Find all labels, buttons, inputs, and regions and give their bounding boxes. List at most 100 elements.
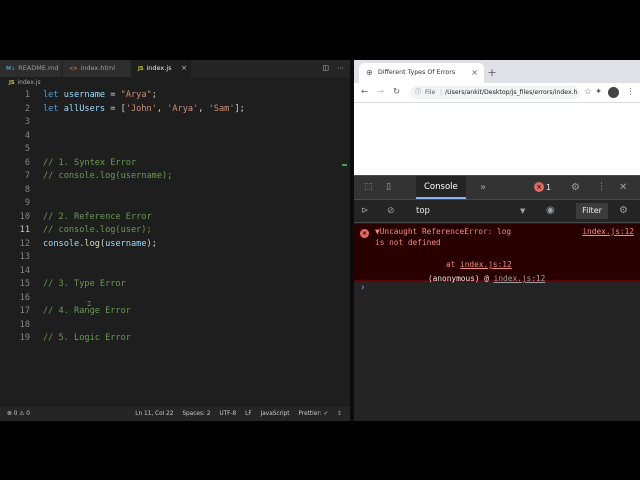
url-text[interactable]: /Users/ankit/Desktop/js_files/errors/ind… bbox=[445, 86, 577, 99]
encoding[interactable]: UTF-8 bbox=[219, 411, 236, 417]
code-line[interactable]: 8 bbox=[0, 184, 350, 198]
console-toolbar: ⊳ ⊘ top ▼ ◉ Filter ⚙ bbox=[354, 200, 640, 223]
code-line[interactable]: 5 bbox=[0, 143, 350, 157]
avatar[interactable] bbox=[608, 87, 619, 98]
code-line[interactable]: 2 let allUsers = ['John', 'Arya', 'Sam']; bbox=[0, 103, 350, 117]
more-tabs-icon[interactable]: » bbox=[480, 176, 486, 199]
scrollbar-marker bbox=[342, 164, 347, 166]
clear-console-icon[interactable]: ⊘ bbox=[387, 200, 395, 223]
code-line[interactable]: 9 bbox=[0, 197, 350, 211]
error-source-link[interactable]: index.js:12 bbox=[582, 226, 634, 237]
sidebar-toggle-icon[interactable]: ⊳ bbox=[361, 200, 369, 223]
code-line[interactable]: 1 let username = "Arya"; bbox=[0, 89, 350, 103]
error-count[interactable]: 1 bbox=[546, 176, 551, 199]
line-number: 18 bbox=[19, 319, 30, 330]
gear-icon[interactable]: ⚙ bbox=[571, 176, 580, 199]
code-text[interactable]: // console.log(username); bbox=[43, 170, 172, 184]
extensions-puzzle-icon[interactable]: ✦ bbox=[595, 83, 602, 102]
close-devtools-icon[interactable]: ✕ bbox=[619, 176, 627, 199]
inspect-element-icon[interactable]: ⬚ bbox=[364, 176, 373, 199]
code-token: log bbox=[84, 238, 100, 249]
chevron-down-icon[interactable]: ▼ bbox=[520, 200, 525, 222]
end-of-line[interactable]: LF bbox=[245, 411, 252, 417]
code-token: 'Arya' bbox=[167, 103, 199, 114]
line-number: 4 bbox=[24, 130, 30, 141]
tab-index-js[interactable]: JS index.js × bbox=[132, 60, 192, 77]
code-line[interactable]: 15 // 3. Type Error bbox=[0, 278, 350, 292]
more-actions-icon[interactable]: ⋯ bbox=[337, 64, 344, 72]
bookmark-star-icon[interactable]: ☆ bbox=[584, 83, 592, 102]
code-line[interactable]: 11 // console.log(user); bbox=[0, 224, 350, 238]
prettier-status[interactable]: Prettier: ✓ bbox=[298, 411, 328, 417]
new-tab-button[interactable]: + bbox=[484, 63, 500, 83]
code-line[interactable]: 18 bbox=[0, 319, 350, 333]
tab-label: index.html bbox=[80, 64, 116, 72]
feedback-icon[interactable]: ⇪ bbox=[337, 411, 342, 417]
code-text[interactable]: // 5. Logic Error bbox=[43, 332, 131, 346]
code-line[interactable]: 3 bbox=[0, 116, 350, 130]
code-line[interactable]: 4 bbox=[0, 130, 350, 144]
back-icon[interactable]: ← bbox=[361, 83, 368, 102]
code-line[interactable]: 7 // console.log(username); bbox=[0, 170, 350, 184]
code-line[interactable]: 12 console.log(username); bbox=[0, 238, 350, 252]
close-icon[interactable]: × bbox=[471, 63, 478, 83]
code-line[interactable]: 6 // 1. Syntex Error bbox=[0, 157, 350, 171]
js-file-icon: JS bbox=[138, 66, 144, 72]
gear-icon[interactable]: ⚙ bbox=[619, 200, 628, 223]
code-text[interactable]: let username = "Arya"; bbox=[43, 89, 157, 103]
devtools-panel: ⬚ ▯ Console » × 1 ⚙ ⋮ ✕ ⊳ ⊘ top ▼ ◉ Filt… bbox=[354, 175, 640, 421]
code-line[interactable]: 16 bbox=[0, 292, 350, 306]
split-editor-icon[interactable]: ◫ bbox=[322, 64, 329, 72]
line-number: 11 bbox=[19, 225, 30, 235]
info-icon[interactable]: ⓘ bbox=[415, 86, 421, 99]
problems-indicator[interactable]: ⊗ 0 ⚠ 0 bbox=[7, 407, 30, 421]
error-title[interactable]: ▼Uncaught ReferenceError: log bbox=[375, 226, 511, 237]
device-toolbar-icon[interactable]: ▯ bbox=[386, 176, 391, 199]
tab-label: index.js bbox=[146, 64, 172, 72]
code-text[interactable]: let allUsers = ['John', 'Arya', 'Sam']; bbox=[43, 103, 245, 117]
code-line[interactable]: 17// 4. Range Error bbox=[0, 305, 350, 319]
anonymous-frame-link[interactable]: index.js:12 bbox=[494, 274, 546, 283]
devtools-tab-bar: ⬚ ▯ Console » × 1 ⚙ ⋮ ✕ bbox=[354, 176, 640, 200]
page-viewport bbox=[354, 103, 640, 175]
tab-readme[interactable]: M↓ README.md bbox=[0, 60, 62, 77]
code-token: let bbox=[43, 90, 64, 100]
code-text[interactable]: // 1. Syntex Error bbox=[43, 157, 136, 171]
code-token: allUsers bbox=[63, 103, 106, 114]
line-number: 19 bbox=[19, 333, 30, 343]
code-token: , bbox=[156, 103, 168, 114]
close-icon[interactable]: × bbox=[181, 60, 187, 77]
breadcrumb-label[interactable]: index.js bbox=[17, 79, 40, 86]
console-error-message[interactable]: × ▼Uncaught ReferenceError: log index.js… bbox=[354, 223, 640, 283]
menu-dots-icon[interactable]: ⋮ bbox=[597, 176, 606, 199]
language-mode[interactable]: JavaScript bbox=[261, 411, 290, 417]
line-number: 7 bbox=[24, 171, 30, 181]
code-line[interactable]: 13 bbox=[0, 251, 350, 265]
code-text[interactable]: console.log(username); bbox=[43, 238, 157, 252]
code-text[interactable]: // console.log(user); bbox=[43, 224, 152, 238]
cursor-position[interactable]: Ln 11, Col 22 bbox=[135, 411, 173, 417]
line-number: 14 bbox=[19, 265, 30, 276]
code-token: username bbox=[105, 238, 147, 249]
filter-input[interactable]: Filter bbox=[576, 203, 608, 219]
context-selector[interactable]: top bbox=[416, 200, 430, 222]
code-text[interactable]: // 3. Type Error bbox=[43, 278, 126, 292]
indentation[interactable]: Spaces: 2 bbox=[182, 411, 210, 417]
error-count-icon[interactable]: × bbox=[534, 182, 544, 192]
tab-index-html[interactable]: <> index.html bbox=[63, 60, 131, 77]
breadcrumb: JS index.js bbox=[0, 77, 350, 89]
code-text[interactable]: // 2. Reference Error bbox=[43, 211, 152, 225]
code-line[interactable]: 14 bbox=[0, 265, 350, 279]
code-token: = bbox=[105, 90, 121, 100]
tab-console[interactable]: Console bbox=[416, 176, 466, 199]
eye-icon[interactable]: ◉ bbox=[546, 200, 555, 223]
console-prompt[interactable]: › bbox=[361, 283, 365, 293]
code-line[interactable]: 10 // 2. Reference Error bbox=[0, 211, 350, 225]
forward-icon[interactable]: → bbox=[377, 83, 384, 102]
browser-tab[interactable]: ⊕ Different Types Of Errors × bbox=[359, 63, 484, 83]
menu-dots-icon[interactable]: ⋮ bbox=[626, 83, 635, 102]
error-title-cont: is not defined bbox=[375, 238, 441, 247]
code-line[interactable]: 19 // 5. Logic Error bbox=[0, 332, 350, 346]
reload-icon[interactable]: ↻ bbox=[393, 83, 400, 102]
address-bar[interactable]: ⓘ File | /Users/ankit/Desktop/js_files/e… bbox=[410, 86, 580, 99]
